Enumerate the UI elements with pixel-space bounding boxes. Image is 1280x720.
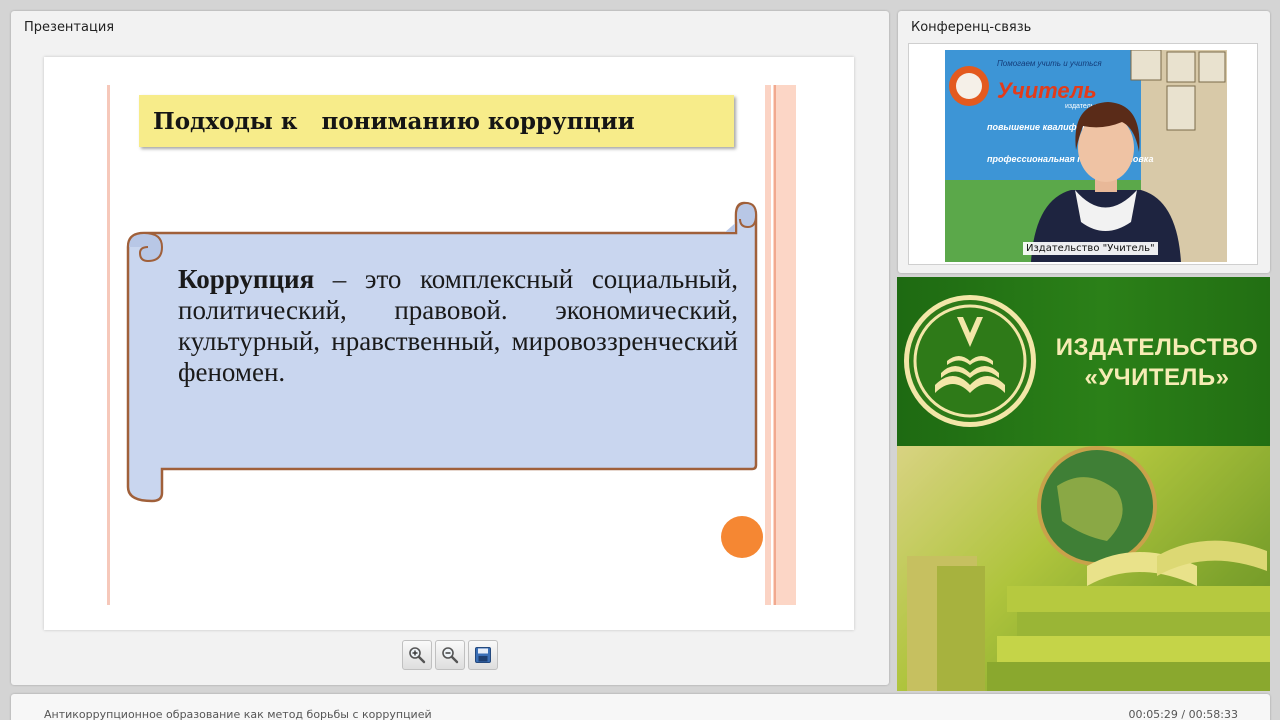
- publisher-logo-icon: [904, 295, 1036, 427]
- player-footer: Антикоррупционное образование как метод …: [11, 694, 1270, 720]
- slide-definition-term: Коррупция: [178, 264, 315, 294]
- video-backdrop-tagline: Помогаем учить и учиться: [997, 59, 1102, 68]
- conference-panel-title: Конференц-связь: [911, 20, 1032, 35]
- video-scene: Помогаем учить и учиться Учитель издател…: [945, 50, 1227, 262]
- conference-panel: Конференц-связь Помогаем учить и учиться…: [898, 11, 1270, 273]
- playback-time: 00:05:29 / 00:58:33: [1128, 708, 1238, 720]
- zoom-out-icon: [442, 647, 459, 664]
- save-button[interactable]: [468, 640, 498, 670]
- banner-books-image: [897, 446, 1270, 691]
- publisher-name-line2: «УЧИТЕЛЬ»: [1084, 364, 1230, 391]
- zoom-out-button[interactable]: [435, 640, 465, 670]
- video-backdrop-brand: Учитель: [997, 78, 1097, 103]
- zoom-in-button[interactable]: [402, 640, 432, 670]
- video-participant-label: Издательство "Учитель": [1023, 242, 1158, 255]
- presentation-panel: Презентация Подходы к пониманию коррупци…: [11, 11, 889, 685]
- publisher-name-line1: ИЗДАТЕЛЬСТВО: [1055, 334, 1259, 361]
- slide-orange-circle: [721, 516, 763, 558]
- slide-definition: Коррупция – это комплексный социальный, …: [178, 264, 738, 388]
- video-frame: Помогаем учить и учиться Учитель издател…: [908, 43, 1258, 265]
- publisher-name: ИЗДАТЕЛЬСТВО «УЧИТЕЛЬ»: [1047, 333, 1267, 393]
- banner-header: ИЗДАТЕЛЬСТВО «УЧИТЕЛЬ»: [897, 277, 1270, 446]
- save-icon: [475, 647, 491, 663]
- publisher-banner: ИЗДАТЕЛЬСТВО «УЧИТЕЛЬ»: [897, 277, 1270, 691]
- slide: Подходы к пониманию коррупции Коррупция …: [44, 57, 854, 630]
- presentation-panel-title: Презентация: [24, 20, 115, 35]
- webinar-title: Антикоррупционное образование как метод …: [44, 708, 432, 720]
- books-globe-illustration: [897, 446, 1270, 691]
- zoom-in-icon: [409, 647, 426, 664]
- video-feed[interactable]: Помогаем учить и учиться Учитель издател…: [945, 50, 1227, 262]
